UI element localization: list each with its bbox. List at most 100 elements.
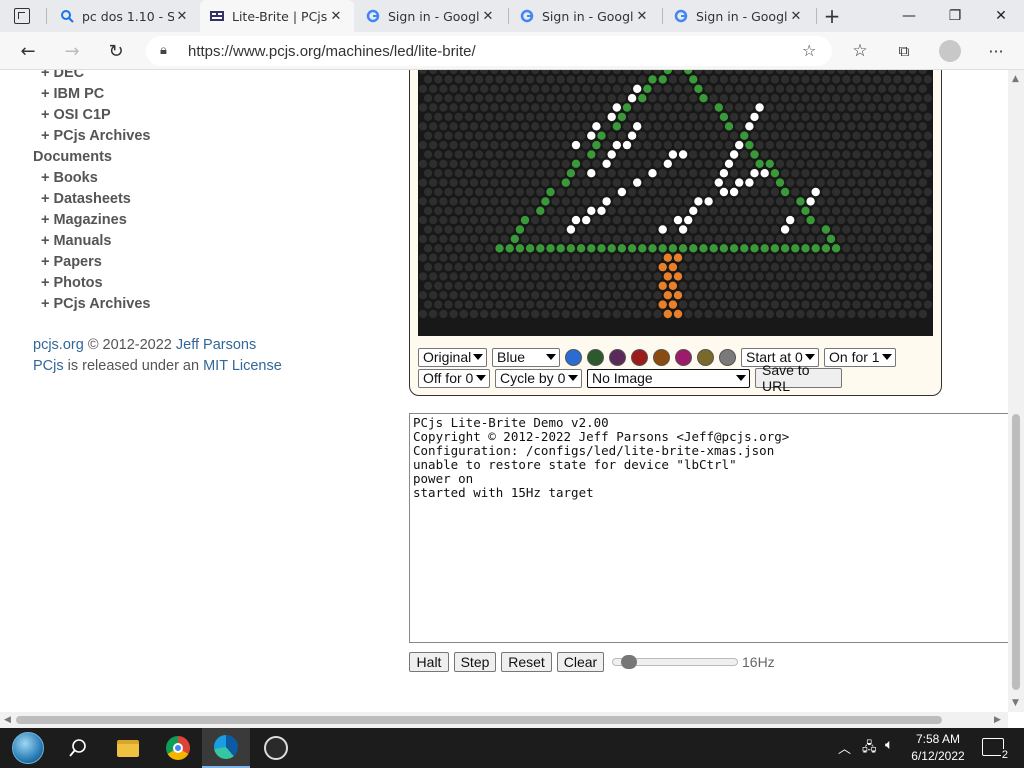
peg-hole[interactable] [449,253,458,262]
peg-hole[interactable] [474,206,484,215]
peg-hole[interactable] [821,187,831,197]
peg-orange[interactable] [658,281,667,290]
peg-hole[interactable] [770,262,780,272]
network-icon[interactable]: 🖧︎ [862,738,877,760]
peg-hole[interactable] [678,75,688,84]
peg-hole[interactable] [699,206,708,215]
peg-hole[interactable] [893,281,902,290]
peg-hole[interactable] [770,112,780,122]
peg-hole[interactable] [852,262,861,272]
peg-hole[interactable] [459,309,468,319]
peg-hole[interactable] [648,262,657,272]
peg-hole[interactable] [826,84,836,93]
peg-hole[interactable] [515,94,525,103]
peg-hole[interactable] [536,187,545,197]
peg-hole[interactable] [571,309,581,319]
profile-avatar[interactable] [939,40,961,62]
peg-green[interactable] [740,131,749,140]
peg-hole[interactable] [429,70,438,75]
peg-hole[interactable] [617,169,627,178]
peg-hole[interactable] [582,309,591,319]
peg-hole[interactable] [908,253,917,262]
peg-hole[interactable] [918,84,927,93]
peg-hole[interactable] [536,131,545,140]
peg-hole[interactable] [520,84,530,93]
peg-hole[interactable] [597,187,606,197]
peg-hole[interactable] [485,75,494,84]
peg-hole[interactable] [913,94,922,103]
peg-hole[interactable] [617,225,627,234]
peg-hole[interactable] [566,150,576,159]
peg-hole[interactable] [653,215,662,225]
peg-green[interactable] [709,244,718,253]
peg-hole[interactable] [821,131,831,140]
peg-hole[interactable] [882,75,892,84]
peg-white[interactable] [729,187,739,197]
peg-hole[interactable] [627,262,637,272]
peg-hole[interactable] [888,234,897,244]
search-taskbar-icon[interactable] [54,728,102,768]
peg-green[interactable] [684,70,693,75]
peg-hole[interactable] [760,300,769,309]
peg-hole[interactable] [638,187,647,197]
peg-hole[interactable] [837,140,846,150]
peg-hole[interactable] [837,291,846,300]
reset-button[interactable]: Reset [501,652,552,672]
peg-hole[interactable] [837,272,846,281]
peg-hole[interactable] [429,84,438,93]
color-swatch[interactable] [719,348,736,366]
peg-green[interactable] [515,225,525,234]
peg-hole[interactable] [515,131,525,140]
peg-hole[interactable] [536,300,545,309]
peg-hole[interactable] [765,253,774,262]
peg-hole[interactable] [668,169,678,178]
obs-icon[interactable] [252,728,300,768]
peg-hole[interactable] [505,300,514,309]
add-favorite-icon[interactable]: ☆ [802,41,816,60]
peg-hole[interactable] [622,272,632,281]
peg-hole[interactable] [862,112,871,122]
peg-hole[interactable] [444,206,453,215]
peg-hole[interactable] [877,234,887,244]
peg-hole[interactable] [816,309,825,319]
peg-hole[interactable] [474,75,484,84]
peg-hole[interactable] [673,234,683,244]
peg-hole[interactable] [842,94,851,103]
peg-hole[interactable] [602,291,611,300]
peg-hole[interactable] [735,309,744,319]
peg-hole[interactable] [740,300,749,309]
peg-hole[interactable] [418,253,428,262]
peg-hole[interactable] [821,150,831,159]
peg-hole[interactable] [729,169,739,178]
peg-white[interactable] [760,169,769,178]
peg-hole[interactable] [602,122,611,131]
peg-white[interactable] [627,131,637,140]
peg-green[interactable] [678,244,688,253]
peg-hole[interactable] [714,70,723,75]
peg-white[interactable] [673,215,683,225]
peg-hole[interactable] [826,140,836,150]
peg-hole[interactable] [663,197,672,206]
peg-hole[interactable] [434,206,443,215]
peg-hole[interactable] [704,140,713,150]
peg-hole[interactable] [582,197,591,206]
peg-hole[interactable] [724,234,734,244]
peg-hole[interactable] [566,94,576,103]
peg-hole[interactable] [918,215,927,225]
peg-hole[interactable] [571,84,581,93]
peg-hole[interactable] [490,178,499,187]
peg-hole[interactable] [729,262,739,272]
peg-orange[interactable] [673,291,683,300]
peg-hole[interactable] [750,206,759,215]
peg-hole[interactable] [898,122,907,131]
peg-hole[interactable] [913,131,922,140]
peg-hole[interactable] [714,84,723,93]
peg-hole[interactable] [633,234,642,244]
peg-hole[interactable] [582,178,591,187]
peg-hole[interactable] [786,84,795,93]
peg-hole[interactable] [423,244,433,253]
peg-hole[interactable] [576,206,586,215]
peg-hole[interactable] [729,94,739,103]
peg-hole[interactable] [515,75,525,84]
peg-hole[interactable] [449,291,458,300]
